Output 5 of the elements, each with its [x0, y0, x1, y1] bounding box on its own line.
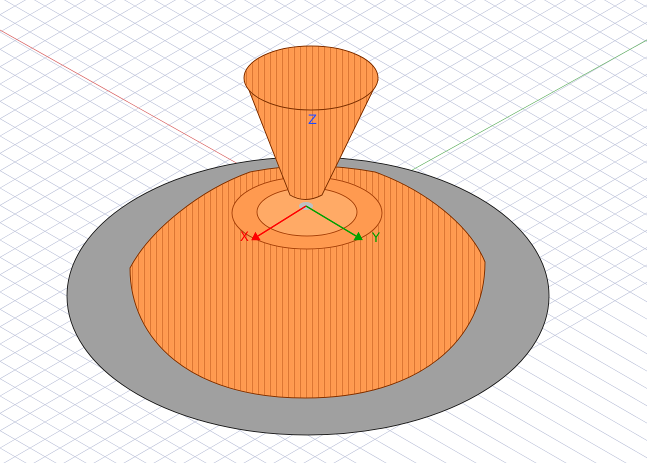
axis-label: X: [240, 230, 249, 245]
axis-label: Z: [308, 113, 317, 128]
axis-arrow: [251, 205, 306, 240]
axis-arrow: [306, 205, 363, 240]
axis-label: Y: [372, 231, 380, 246]
